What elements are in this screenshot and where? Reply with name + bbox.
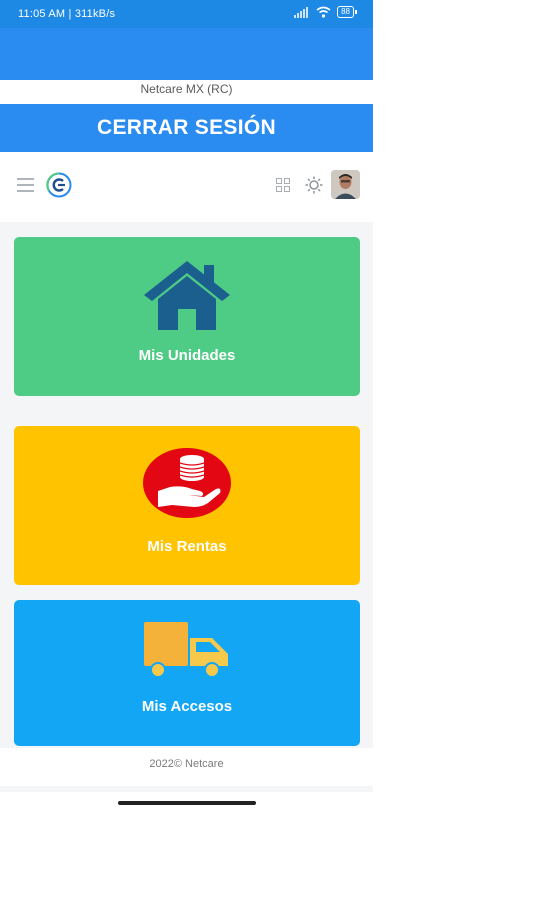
logo-icon xyxy=(46,172,72,198)
signal-icon xyxy=(294,6,309,18)
coins-hand-icon xyxy=(143,448,231,518)
battery-level: 88 xyxy=(337,6,354,18)
status-icons: 88 xyxy=(294,6,357,18)
footer-divider xyxy=(0,786,373,792)
wifi-icon xyxy=(316,6,331,18)
status-bar: 11:05 AM | 311kB/s 88 xyxy=(0,0,373,28)
phone-screen: 11:05 AM | 311kB/s 88 Netcare MX (RC) CE… xyxy=(0,0,373,900)
footer-copyright: 2022© Netcare xyxy=(149,758,224,770)
card-mis-accesos[interactable]: Mis Accesos xyxy=(14,600,360,746)
dashboard-content: Mis Unidades Mis Rentas Mis Accesos xyxy=(0,222,373,748)
avatar[interactable] xyxy=(331,170,360,199)
card-mis-unidades[interactable]: Mis Unidades xyxy=(14,237,360,396)
card-label: Mis Rentas xyxy=(147,538,227,555)
home-indicator[interactable] xyxy=(118,801,256,805)
menu-icon[interactable] xyxy=(17,178,34,192)
battery-icon: 88 xyxy=(337,6,357,18)
logout-button[interactable]: CERRAR SESIÓN xyxy=(0,104,373,152)
house-icon xyxy=(144,261,230,330)
sun-icon[interactable] xyxy=(305,176,323,194)
card-label: Mis Accesos xyxy=(141,698,233,715)
card-label: Mis Unidades xyxy=(138,347,236,364)
truck-icon xyxy=(144,622,228,678)
apps-grid-icon[interactable] xyxy=(276,178,290,192)
status-time: 11:05 AM | 311kB/s xyxy=(18,8,116,20)
account-subtitle: Netcare MX (RC) xyxy=(140,82,233,96)
card-mis-rentas[interactable]: Mis Rentas xyxy=(14,426,360,585)
app-bar xyxy=(0,28,373,80)
